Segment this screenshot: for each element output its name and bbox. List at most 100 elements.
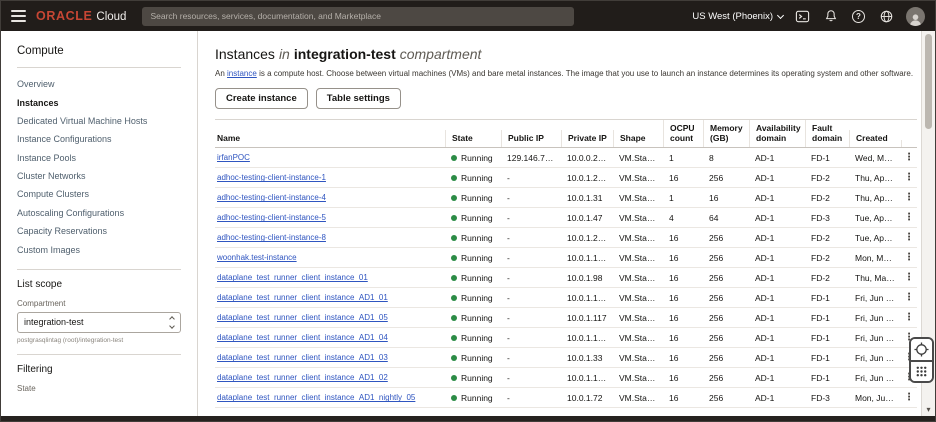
memory-cell: 256: [709, 312, 724, 323]
public-ip-cell: -: [507, 392, 510, 403]
instance-link[interactable]: adhoc-testing-client-instance-1: [217, 173, 326, 182]
terminal-icon[interactable]: [794, 8, 811, 25]
shape-cell: VM.Stand...: [619, 392, 663, 403]
target-crosshair-icon[interactable]: [911, 339, 932, 360]
instance-state-cell: Running: [445, 173, 501, 183]
row-actions-menu-icon[interactable]: ⋮: [904, 312, 914, 323]
instance-name-cell: dataplane_test_runner_client_instance_AD…: [215, 353, 445, 362]
fault-domain-cell: FD-3: [811, 212, 830, 223]
state-filter-label: State: [17, 383, 36, 393]
row-actions-menu-icon[interactable]: ⋮: [904, 212, 914, 223]
row-actions-menu-icon[interactable]: ⋮: [904, 392, 914, 403]
instance-link[interactable]: dataplane_test_runner_client_instance_01: [217, 273, 368, 282]
availability-domain-cell: AD-1: [755, 192, 775, 203]
column-header-public-ip: Public IP: [501, 130, 561, 148]
created-cell: Wed, Mar 1...: [855, 152, 901, 163]
select-stepper-icon: [169, 316, 175, 329]
oracle-cloud-logo[interactable]: ORACLE Cloud: [36, 9, 126, 23]
description-suffix: is a compute host. Choose between virtua…: [259, 69, 914, 78]
compartment-label: Compartment: [17, 298, 66, 308]
created-cell: Fri, Jun 2...: [855, 372, 898, 383]
instance-link[interactable]: adhoc-testing-client-instance-8: [217, 233, 326, 242]
help-icon[interactable]: ?: [850, 8, 867, 25]
sidebar-item-compute-clusters[interactable]: Compute Clusters: [17, 185, 181, 203]
running-status-dot: [451, 354, 457, 361]
column-header-actions: [901, 140, 917, 148]
sidebar-item-overview[interactable]: Overview: [17, 75, 181, 93]
table-row: dataplane_test_runner_client_instance_01…: [215, 268, 917, 289]
row-actions-menu-icon[interactable]: ⋮: [904, 232, 914, 243]
row-actions-menu-icon[interactable]: ⋮: [904, 172, 914, 183]
sidebar-item-cluster-networks[interactable]: Cluster Networks: [17, 167, 181, 185]
grid-dots-icon[interactable]: [911, 360, 932, 381]
private-ip-cell: 10.0.1.179: [567, 252, 608, 263]
ocpu-count-cell: 16: [669, 392, 679, 403]
title-compartment-name: integration-test: [293, 46, 396, 62]
instance-state-cell: Running: [445, 193, 501, 203]
instance-link[interactable]: adhoc-testing-client-instance-5: [217, 213, 326, 222]
hamburger-menu-icon[interactable]: [11, 10, 26, 22]
table-row: dataplane_test_runner_client_instance_AD…: [215, 308, 917, 329]
sidebar-item-capacity-reservations[interactable]: Capacity Reservations: [17, 222, 181, 240]
private-ip-cell: 10.0.1.100: [567, 332, 608, 343]
sidebar-item-instance-pools[interactable]: Instance Pools: [17, 149, 181, 167]
shape-cell: VM.Stand...: [619, 172, 663, 183]
sidebar: Compute Overview Instances Dedicated Virtu…: [1, 31, 198, 416]
instance-doc-link[interactable]: instance: [227, 69, 257, 78]
sidebar-item-instances[interactable]: Instances: [17, 93, 181, 111]
fault-domain-cell: FD-2: [811, 232, 830, 243]
row-actions-cell: ⋮: [901, 252, 917, 263]
language-globe-icon[interactable]: [878, 8, 895, 25]
created-cell: Fri, Jun 2...: [855, 292, 898, 303]
instance-link[interactable]: woonhak.test-instance: [217, 253, 297, 262]
sidebar-item-dedicated-virtual-machine-hosts[interactable]: Dedicated Virtual Machine Hosts: [17, 112, 181, 130]
memory-cell: 8: [709, 152, 714, 163]
create-instance-button[interactable]: Create instance: [215, 88, 308, 109]
row-actions-cell: ⋮: [901, 232, 917, 243]
sidebar-item-instance-configurations[interactable]: Instance Configurations: [17, 130, 181, 148]
table-header: Name State Public IP Private IP Shape OCPU co…: [215, 119, 917, 149]
compartment-select-value: integration-test: [24, 317, 84, 328]
row-actions-menu-icon[interactable]: ⋮: [904, 152, 914, 163]
profile-avatar[interactable]: [906, 6, 925, 26]
instance-link[interactable]: dataplane_test_runner_client_instance_AD…: [217, 393, 415, 402]
row-actions-menu-icon[interactable]: ⋮: [904, 272, 914, 283]
sidebar-item-custom-images[interactable]: Custom Images: [17, 240, 181, 258]
region-label: US West (Phoenix): [692, 10, 773, 22]
sidebar-nav: Overview Instances Dedicated Virtual Machi…: [17, 75, 181, 259]
table-row: adhoc-testing-client-instance-1 Running - 1…: [215, 168, 917, 189]
main-content: Instances in integration-test compartment A…: [199, 31, 921, 416]
row-actions-menu-icon[interactable]: ⋮: [904, 192, 914, 203]
compartment-select[interactable]: integration-test: [17, 311, 181, 333]
public-ip-cell: -: [507, 192, 510, 203]
ocpu-count-cell: 1: [669, 192, 674, 203]
region-selector[interactable]: US West (Phoenix): [692, 10, 785, 22]
table-settings-button[interactable]: Table settings: [315, 88, 401, 109]
created-cell: Thu, May 4...: [855, 272, 901, 283]
fault-domain-cell: FD-1: [811, 332, 830, 343]
row-actions-cell: ⋮: [901, 292, 917, 303]
private-ip-cell: 10.0.1.245: [567, 232, 608, 243]
table-row: dataplane_test_runner_client_instance_AD…: [215, 348, 917, 369]
sidebar-item-autoscaling-configurations[interactable]: Autoscaling Configurations: [17, 204, 181, 222]
instance-link[interactable]: adhoc-testing-client-instance-4: [217, 193, 326, 202]
fault-domain-cell: FD-1: [811, 152, 830, 163]
row-actions-menu-icon[interactable]: ⋮: [904, 252, 914, 263]
notifications-bell-icon[interactable]: [822, 8, 839, 25]
instance-link[interactable]: dataplane_test_runner_client_instance_AD…: [217, 373, 388, 382]
instance-name-cell: dataplane_test_runner_client_instance_01: [215, 273, 445, 282]
instance-link[interactable]: irfanPOC: [217, 153, 250, 162]
fault-domain-cell: FD-3: [811, 392, 830, 403]
instance-link[interactable]: dataplane_test_runner_client_instance_AD…: [217, 313, 388, 322]
search-input[interactable]: [142, 6, 575, 26]
instance-link[interactable]: dataplane_test_runner_client_instance_AD…: [217, 333, 388, 342]
instance-link[interactable]: dataplane_test_runner_client_instance_AD…: [217, 353, 388, 362]
scrollbar-down-arrow-icon[interactable]: ▾: [922, 405, 935, 414]
topbar: ORACLE Cloud US West (Phoenix) ?: [1, 1, 935, 31]
row-actions-menu-icon[interactable]: ⋮: [904, 292, 914, 303]
instance-link[interactable]: dataplane_test_runner_client_instance_AD…: [217, 293, 388, 302]
window-bottom-edge: [1, 416, 935, 421]
scrollbar-thumb[interactable]: [925, 34, 932, 129]
availability-domain-cell: AD-1: [755, 312, 775, 323]
ocpu-count-cell: 16: [669, 172, 679, 183]
